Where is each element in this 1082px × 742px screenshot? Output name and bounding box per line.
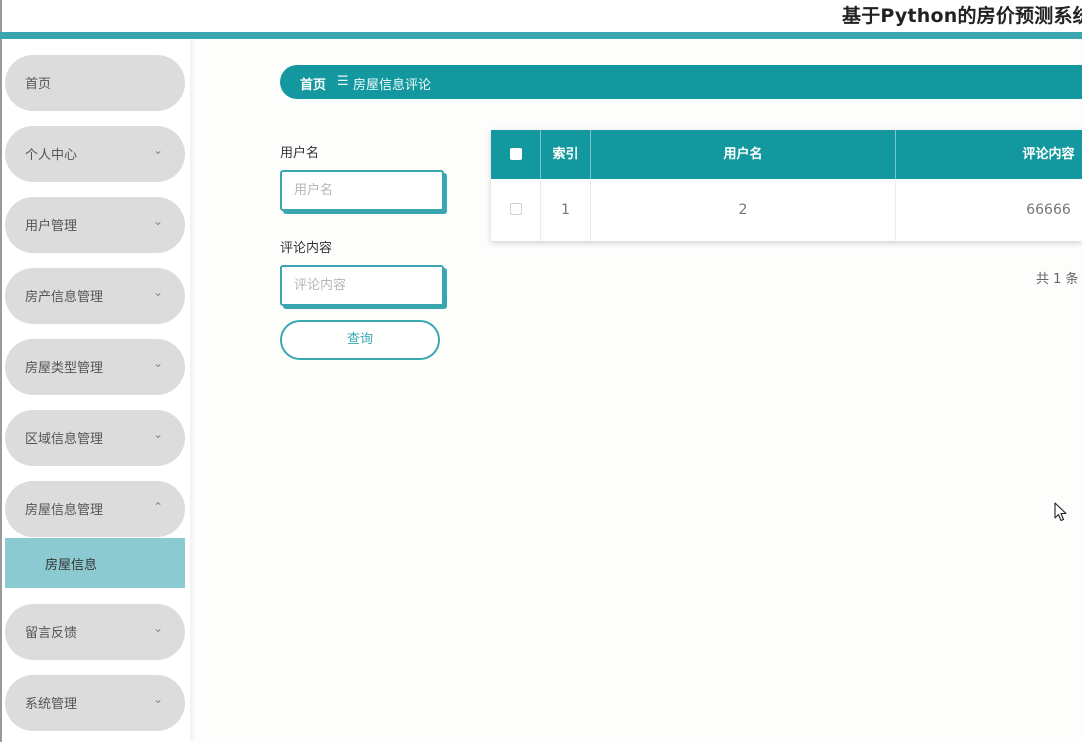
breadcrumb-home-link[interactable]: 首页 [300, 74, 326, 93]
sidebar-item-label: 系统管理 [25, 697, 78, 712]
sidebar-item-label: 留言反馈 [25, 626, 78, 641]
sidebar-item-personal-center[interactable]: 个人中心 ⌄ [5, 126, 185, 182]
select-all-checkbox[interactable] [510, 148, 522, 160]
header-select-cell [491, 130, 541, 179]
cell-index: 1 [541, 179, 591, 241]
chevron-up-icon: ⌃ [153, 500, 164, 514]
sidebar-item-region-info-management[interactable]: 区域信息管理 ⌄ [5, 410, 185, 466]
sidebar-item-house-info-management[interactable]: 房屋信息管理 ⌃ [5, 481, 185, 537]
breadcrumb-current: 房屋信息评论 [353, 78, 432, 93]
query-button[interactable]: 查询 [280, 320, 440, 360]
row-select-cell [491, 179, 541, 241]
chevron-down-icon: ⌄ [153, 214, 164, 228]
column-header-username: 用户名 [591, 130, 896, 179]
sidebar-item-label: 房屋信息管理 [25, 503, 104, 518]
chevron-down-icon: ⌄ [153, 427, 164, 441]
sidebar-item-label: 房产信息管理 [25, 290, 104, 305]
comments-table: 索引 用户名 评论内容 1 2 66666 [491, 130, 1082, 241]
sidebar-item-house-type-management[interactable]: 房屋类型管理 ⌄ [5, 339, 185, 395]
chevron-down-icon: ⌄ [153, 692, 164, 706]
pagination-total: 共 1 条 [1036, 272, 1079, 287]
app-title: 基于Python的房价预测系统 [842, 5, 1082, 27]
username-label: 用户名 [280, 146, 320, 161]
sidebar-item-home[interactable]: 首页 [5, 55, 185, 111]
sidebar-subitem-label: 房屋信息 [45, 558, 98, 573]
comment-label: 评论内容 [280, 241, 333, 256]
chevron-down-icon: ⌄ [153, 285, 164, 299]
username-search-input[interactable] [280, 170, 444, 211]
sidebar-item-feedback[interactable]: 留言反馈 ⌄ [5, 604, 185, 660]
sidebar-item-label: 用户管理 [25, 219, 78, 234]
sidebar-subitem-house-info[interactable]: 房屋信息 [5, 538, 185, 588]
sidebar-item-label: 区域信息管理 [25, 432, 104, 447]
table-row[interactable]: 1 2 66666 [491, 179, 1082, 241]
column-header-index: 索引 [541, 130, 591, 179]
column-header-comment: 评论内容 [1022, 147, 1075, 162]
top-bar: 基于Python的房价预测系统 [0, 0, 1082, 32]
sidebar-item-system-management[interactable]: 系统管理 ⌄ [5, 675, 185, 731]
sidebar-item-label: 房屋类型管理 [25, 361, 104, 376]
sidebar-item-user-management[interactable]: 用户管理 ⌄ [5, 197, 185, 253]
cell-username: 2 [591, 179, 896, 241]
cell-comment: 66666 [1026, 202, 1071, 218]
chevron-down-icon: ⌄ [153, 356, 164, 370]
comment-search-input[interactable] [280, 265, 444, 306]
breadcrumb-separator-icon: ☰ [337, 74, 349, 89]
sidebar-item-label: 首页 [25, 77, 52, 92]
sidebar-item-property-info-management[interactable]: 房产信息管理 ⌄ [5, 268, 185, 324]
chevron-down-icon: ⌄ [153, 143, 164, 157]
mouse-pointer-icon [1054, 502, 1067, 522]
sidebar-item-label: 个人中心 [25, 148, 78, 163]
sidebar: 首页 个人中心 ⌄ 用户管理 ⌄ 房产信息管理 ⌄ 房屋类型管理 ⌄ 区域信息管… [0, 39, 190, 742]
table-header: 索引 用户名 评论内容 [491, 130, 1082, 179]
row-checkbox[interactable] [510, 203, 522, 215]
breadcrumb: 首页 ☰ 房屋信息评论 [280, 65, 1082, 99]
header-accent-bar [0, 32, 1082, 39]
chevron-down-icon: ⌄ [153, 621, 164, 635]
